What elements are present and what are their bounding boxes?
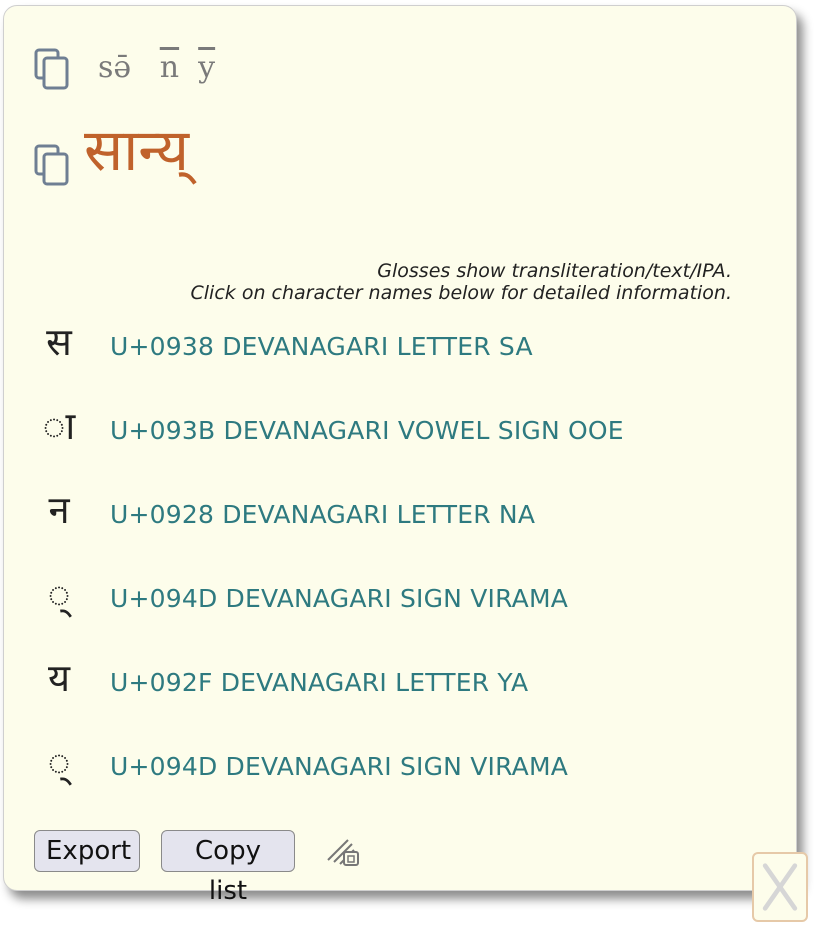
character-row: ◌् U+094D DEVANAGARI SIGN VIRAMA (34, 574, 754, 634)
export-button[interactable]: Export (34, 830, 140, 872)
character-glyph: स (46, 320, 72, 364)
gloss-note-line-1: Glosses show transliteration/text/IPA. (377, 260, 732, 282)
copy-icon[interactable] (34, 144, 70, 186)
character-glyph: ◌् (47, 740, 71, 784)
close-button[interactable] (752, 852, 808, 922)
gloss-note-line-2: Click on character names below for detai… (190, 282, 732, 304)
character-name-link[interactable]: U+092F DEVANAGARI LETTER YA (110, 668, 528, 697)
copy-list-button[interactable]: Copy list (161, 830, 295, 906)
character-glyph: न (48, 488, 70, 532)
character-glyph: ◌ा (42, 404, 76, 448)
translit-part-1: sə̄ (98, 50, 132, 85)
character-name-link[interactable]: U+093B DEVANAGARI VOWEL SIGN OOE (110, 416, 624, 445)
character-row: ◌ा U+093B DEVANAGARI VOWEL SIGN OOE (34, 406, 754, 466)
character-name-link[interactable]: U+094D DEVANAGARI SIGN VIRAMA (110, 584, 568, 613)
copy-icon[interactable] (34, 48, 70, 90)
resize-icon[interactable] (326, 836, 362, 868)
gloss-note: Glosses show transliteration/text/IPA. C… (191, 260, 732, 304)
transliteration: sə̄ n y (98, 50, 215, 85)
character-row: स U+0938 DEVANAGARI LETTER SA (34, 322, 754, 382)
character-name-link[interactable]: U+0938 DEVANAGARI LETTER SA (110, 332, 533, 361)
character-row: न U+0928 DEVANAGARI LETTER NA (34, 490, 754, 550)
translit-part-2: n (159, 50, 180, 85)
character-row: य U+092F DEVANAGARI LETTER YA (34, 658, 754, 718)
translit-part-3: y (198, 50, 216, 85)
character-glyph: य (47, 656, 71, 700)
character-name-link[interactable]: U+0928 DEVANAGARI LETTER NA (110, 500, 535, 529)
character-info-panel: sə̄ n y सान्य् Glosses show transliterat… (3, 5, 797, 891)
word-display: सान्य् (84, 116, 189, 184)
character-glyph: ◌् (47, 572, 71, 616)
character-name-link[interactable]: U+094D DEVANAGARI SIGN VIRAMA (110, 752, 568, 781)
close-icon (762, 863, 798, 911)
character-row: ◌् U+094D DEVANAGARI SIGN VIRAMA (34, 742, 754, 802)
